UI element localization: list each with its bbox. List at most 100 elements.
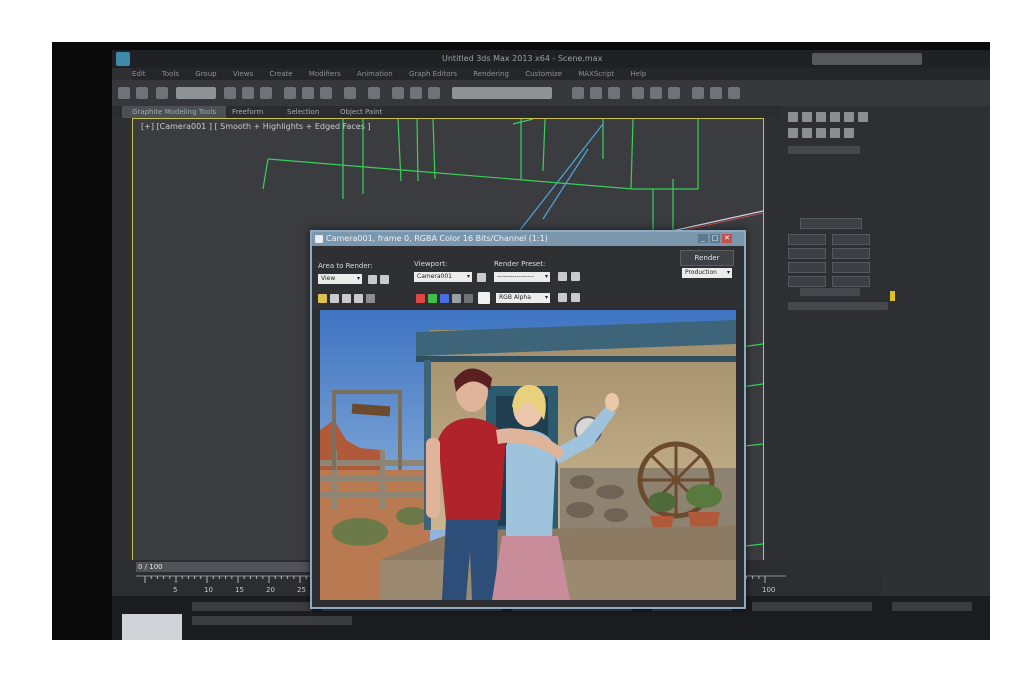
- playback-controls[interactable]: [752, 602, 872, 611]
- layer-icon[interactable]: [608, 87, 620, 99]
- selection-filter-dropdown[interactable]: [176, 87, 216, 99]
- tab-freeform[interactable]: Freeform: [232, 106, 263, 118]
- menu-item-views[interactable]: Views: [233, 70, 253, 78]
- display-tab-icon[interactable]: [844, 112, 854, 122]
- alpha-channel-toggle[interactable]: [452, 294, 461, 303]
- red-channel-toggle[interactable]: [416, 294, 425, 303]
- production-dropdown[interactable]: Production: [682, 268, 732, 278]
- tab-graphite-modeling-tools[interactable]: Graphite Modeling Tools: [122, 106, 227, 118]
- lock-icon[interactable]: [477, 273, 486, 282]
- create-tab-icon[interactable]: [788, 112, 798, 122]
- undo-icon[interactable]: [118, 87, 130, 99]
- align-icon[interactable]: [590, 87, 602, 99]
- render-setup-icon[interactable]: [558, 272, 567, 281]
- monochrome-toggle[interactable]: [464, 294, 473, 303]
- name-and-color-rollout[interactable]: [800, 288, 860, 296]
- app-logo-icon[interactable]: [116, 52, 130, 66]
- print-image-icon[interactable]: [354, 294, 363, 303]
- viewport-dropdown[interactable]: Camera001: [414, 272, 472, 282]
- environment-icon[interactable]: [571, 272, 580, 281]
- helpers-icon[interactable]: [844, 128, 854, 138]
- menu-item-group[interactable]: Group: [195, 70, 216, 78]
- color-swatch[interactable]: [478, 292, 490, 304]
- menu-item-modifiers[interactable]: Modifiers: [309, 70, 341, 78]
- maxscript-listener-mini[interactable]: [122, 614, 182, 640]
- blue-channel-toggle[interactable]: [440, 294, 449, 303]
- object-type-button[interactable]: [800, 218, 862, 229]
- create-button-7[interactable]: [788, 276, 826, 287]
- toggle-ui-overlay-icon[interactable]: [558, 293, 567, 302]
- tab-selection[interactable]: Selection: [287, 106, 319, 118]
- hierarchy-tab-icon[interactable]: [816, 112, 826, 122]
- timeline-tick-label: 5: [173, 586, 177, 594]
- move-icon[interactable]: [284, 87, 296, 99]
- select-object-icon[interactable]: [224, 87, 236, 99]
- schematic-view-icon[interactable]: [650, 87, 662, 99]
- maximize-button[interactable]: □: [710, 234, 720, 243]
- motion-tab-icon[interactable]: [830, 112, 840, 122]
- redo-icon[interactable]: [136, 87, 148, 99]
- named-selection-input[interactable]: [452, 87, 552, 99]
- menu-item-animation[interactable]: Animation: [357, 70, 393, 78]
- curve-editor-icon[interactable]: [632, 87, 644, 99]
- green-channel-toggle[interactable]: [428, 294, 437, 303]
- rotate-icon[interactable]: [302, 87, 314, 99]
- search-input[interactable]: [812, 53, 922, 65]
- clear-image-icon[interactable]: [366, 294, 375, 303]
- menu-item-graph-editors[interactable]: Graph Editors: [409, 70, 457, 78]
- rectangle-select-icon[interactable]: [260, 87, 272, 99]
- menu-item-maxscript[interactable]: MAXScript: [578, 70, 614, 78]
- angle-snap-icon[interactable]: [410, 87, 422, 99]
- save-image-icon[interactable]: [318, 294, 327, 303]
- lights-icon[interactable]: [816, 128, 826, 138]
- snap-icon[interactable]: [392, 87, 404, 99]
- select-by-name-icon[interactable]: [242, 87, 254, 99]
- create-button-4[interactable]: [832, 248, 870, 259]
- display-channel-dropdown[interactable]: RGB Alpha: [496, 293, 550, 303]
- area-to-render-dropdown[interactable]: View: [318, 274, 362, 284]
- link-icon[interactable]: [156, 87, 168, 99]
- menu-item-customize[interactable]: Customize: [525, 70, 562, 78]
- rendered-frame-window-icon[interactable]: [710, 87, 722, 99]
- object-color-swatch[interactable]: [890, 291, 895, 301]
- pivot-icon[interactable]: [368, 87, 380, 99]
- rendered-frame-window[interactable]: Camera001, frame 0, RGBA Color 16 Bits/C…: [310, 230, 746, 609]
- create-button-1[interactable]: [788, 234, 826, 245]
- create-button-6[interactable]: [832, 262, 870, 273]
- percent-snap-icon[interactable]: [428, 87, 440, 99]
- create-button-8[interactable]: [832, 276, 870, 287]
- geometry-icon[interactable]: [788, 128, 798, 138]
- modify-tab-icon[interactable]: [802, 112, 812, 122]
- create-button-5[interactable]: [788, 262, 826, 273]
- mirror-icon[interactable]: [572, 87, 584, 99]
- render-button[interactable]: Render: [680, 250, 734, 266]
- close-button[interactable]: ✕: [722, 234, 732, 243]
- name-input[interactable]: [788, 302, 888, 310]
- auto-region-icon[interactable]: [380, 275, 389, 284]
- object-type-dropdown[interactable]: [788, 146, 860, 154]
- copy-image-icon[interactable]: [330, 294, 339, 303]
- menu-item-tools[interactable]: Tools: [162, 70, 179, 78]
- create-button-3[interactable]: [788, 248, 826, 259]
- render-preset-dropdown[interactable]: -----------------: [494, 272, 550, 282]
- toggle-ui-icon[interactable]: [571, 293, 580, 302]
- tab-object-paint[interactable]: Object Paint: [340, 106, 382, 118]
- clone-window-icon[interactable]: [342, 294, 351, 303]
- render-window-titlebar[interactable]: Camera001, frame 0, RGBA Color 16 Bits/C…: [312, 232, 744, 246]
- minimize-button[interactable]: _: [698, 234, 708, 243]
- coordinate-dropdown[interactable]: [344, 87, 356, 99]
- shapes-icon[interactable]: [802, 128, 812, 138]
- menu-item-rendering[interactable]: Rendering: [473, 70, 509, 78]
- menu-item-help[interactable]: Help: [630, 70, 646, 78]
- viewport-nav-controls[interactable]: [892, 602, 972, 611]
- render-setup-icon[interactable]: [692, 87, 704, 99]
- cameras-icon[interactable]: [830, 128, 840, 138]
- menu-item-edit[interactable]: Edit: [132, 70, 146, 78]
- render-teapot-icon[interactable]: [728, 87, 740, 99]
- create-button-2[interactable]: [832, 234, 870, 245]
- utilities-tab-icon[interactable]: [858, 112, 868, 122]
- menu-item-create[interactable]: Create: [269, 70, 292, 78]
- material-editor-icon[interactable]: [668, 87, 680, 99]
- scale-icon[interactable]: [320, 87, 332, 99]
- edit-region-icon[interactable]: [368, 275, 377, 284]
